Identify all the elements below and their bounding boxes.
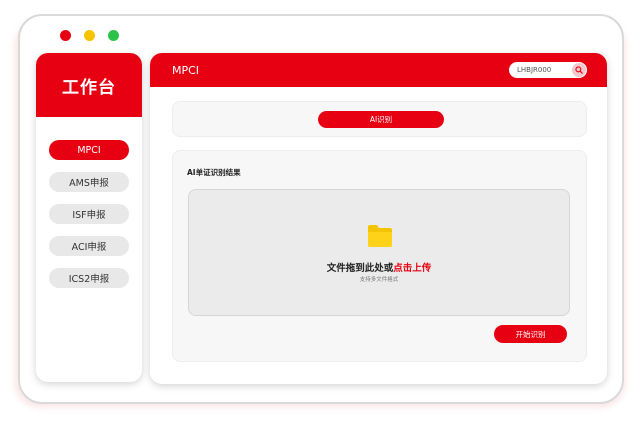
sidebar-item-ams[interactable]: AMS申报: [49, 172, 129, 192]
dropzone-subtext: 支持多文件格式: [359, 277, 399, 283]
start-recognize-button[interactable]: 开始识别: [494, 325, 567, 343]
search-input[interactable]: [509, 66, 567, 74]
app-window: 工作台 MPCI AMS申报 ISF申报 ACI申报 ICS2申报 MPCI L…: [18, 14, 624, 404]
window-maximize-dot[interactable]: [108, 30, 119, 41]
result-card: AI单证识别结果 文件拖到此处或点击上传 支持多文件格式 开始识别: [172, 150, 587, 362]
window-minimize-dot[interactable]: [84, 30, 95, 41]
sidebar-item-mpci[interactable]: MPCI: [49, 140, 129, 160]
result-title: AI单证识别结果: [187, 168, 241, 177]
sidebar-nav: MPCI AMS申报 ISF申报 ACI申报 ICS2申报: [36, 117, 142, 300]
folder-icon: [368, 225, 392, 247]
ai-recognize-button[interactable]: AI识别: [318, 111, 444, 128]
sidebar-item-ics2[interactable]: ICS2申报: [49, 268, 129, 288]
sidebar: 工作台 MPCI AMS申报 ISF申报 ACI申报 ICS2申报: [36, 53, 142, 382]
dropzone-text-prefix: 文件拖到此处或: [326, 263, 394, 274]
dropzone-text: 文件拖到此处或点击上传: [189, 260, 569, 274]
upload-link[interactable]: 点击上传: [393, 263, 431, 274]
main-header: MPCI: [150, 53, 607, 87]
main-panel: MPCI AI识别 AI单证识别结果: [150, 53, 607, 384]
window-close-dot[interactable]: [60, 30, 71, 41]
sidebar-item-isf[interactable]: ISF申报: [49, 204, 129, 224]
file-dropzone[interactable]: 文件拖到此处或点击上传 支持多文件格式: [188, 189, 570, 316]
sidebar-item-aci[interactable]: ACI申报: [49, 236, 129, 256]
search-box: [509, 62, 587, 78]
sidebar-title: 工作台: [36, 53, 142, 117]
page-title: MPCI: [172, 63, 200, 77]
search-icon[interactable]: [572, 63, 586, 77]
action-card: AI识别: [172, 101, 587, 137]
